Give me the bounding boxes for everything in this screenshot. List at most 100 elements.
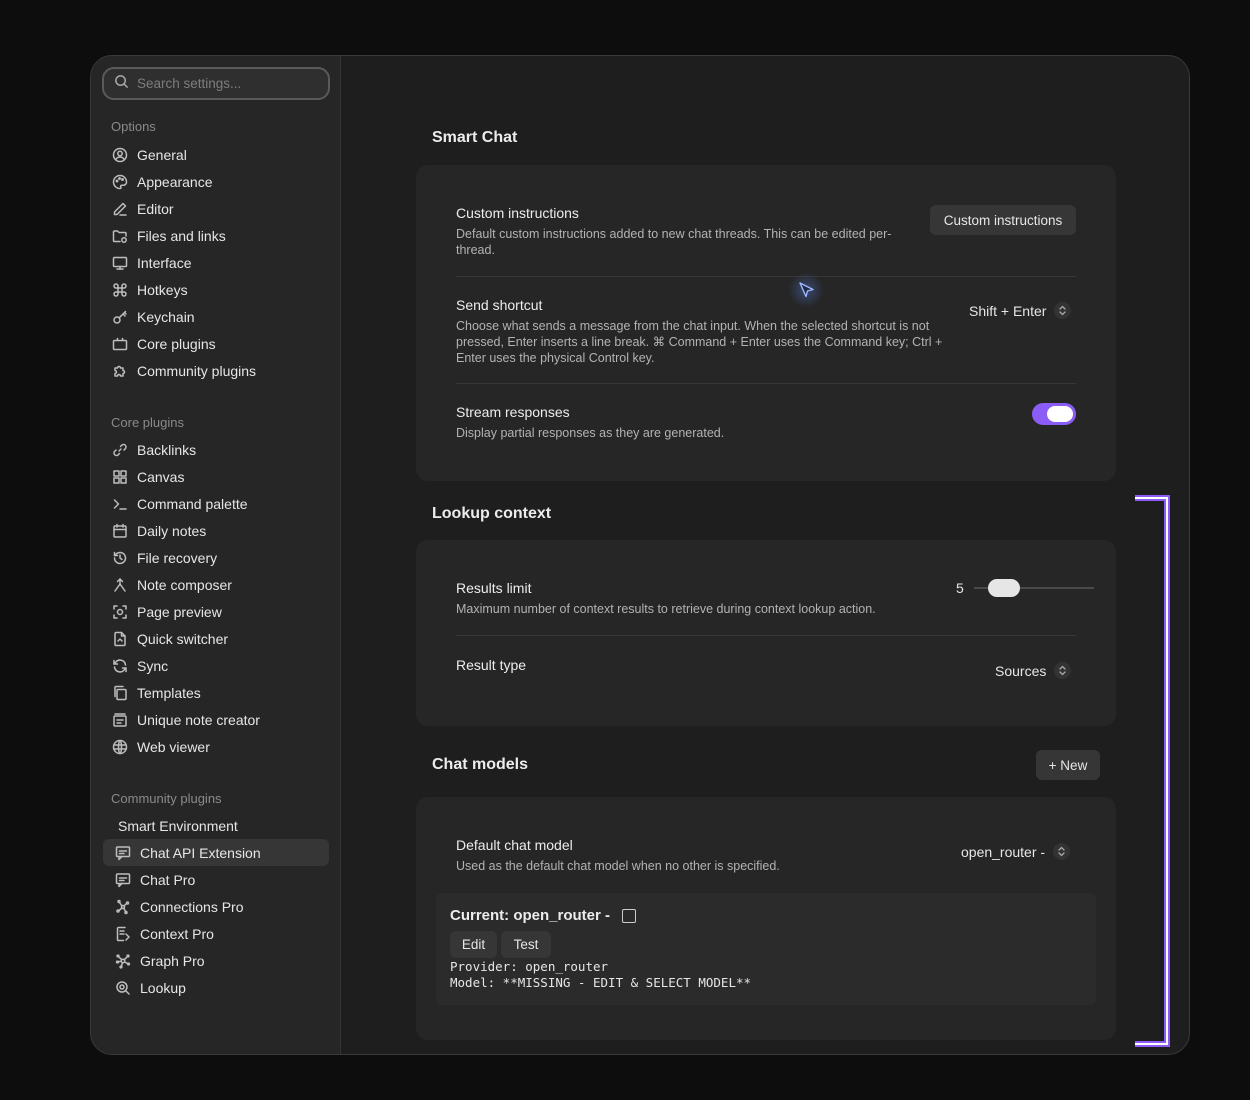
sidebar-item-file-recovery[interactable]: File recovery <box>103 544 329 571</box>
sidebar-item-canvas[interactable]: Canvas <box>103 463 329 490</box>
backlink-icon <box>111 441 128 458</box>
palette-icon <box>111 173 128 190</box>
community-plugins-heading: Community plugins <box>111 791 222 806</box>
community-plugins-list: Smart Environment Chat API Extension Cha… <box>103 812 329 1001</box>
mouse-pointer-icon <box>799 282 814 298</box>
dropdown-value: open_router - <box>961 843 1046 860</box>
custom-instructions-button[interactable]: Custom instructions <box>930 205 1076 235</box>
sidebar-item-label: Command palette <box>137 495 248 512</box>
sidebar-item-chat-api-extension[interactable]: Chat API Extension <box>103 839 329 866</box>
sidebar-item-sync[interactable]: Sync <box>103 652 329 679</box>
current-model-checkbox[interactable] <box>622 908 637 923</box>
new-model-button[interactable]: + New <box>1036 750 1100 780</box>
divider <box>456 635 1076 636</box>
sidebar-item-command-palette[interactable]: Command palette <box>103 490 329 517</box>
sidebar-item-templates[interactable]: Templates <box>103 679 329 706</box>
sidebar-item-label: Web viewer <box>137 738 210 755</box>
sidebar-item-label: Context Pro <box>140 925 214 942</box>
results-limit-value: 5 <box>956 580 964 596</box>
section-title-smart-chat: Smart Chat <box>432 129 518 146</box>
sidebar-item-label: File recovery <box>137 549 218 566</box>
sidebar-item-lookup[interactable]: Lookup <box>103 974 329 1001</box>
sidebar-item-backlinks[interactable]: Backlinks <box>103 436 329 463</box>
sidebar-item-unique-note-creator[interactable]: Unique note creator <box>103 706 329 733</box>
sidebar-item-connections-pro[interactable]: Connections Pro <box>103 893 329 920</box>
sidebar-item-label: Connections Pro <box>140 898 244 915</box>
sidebar-item-daily-notes[interactable]: Daily notes <box>103 517 329 544</box>
grid-icon <box>111 468 128 485</box>
user-circle-icon <box>111 146 128 163</box>
chevron-up-down-icon <box>1054 662 1072 679</box>
graph-icon <box>114 952 131 969</box>
sidebar-item-label: Graph Pro <box>140 952 205 969</box>
merge-icon <box>111 576 128 593</box>
sidebar-item-label: Sync <box>137 657 169 674</box>
lookup-context-card: Results limit Maximum number of context … <box>416 540 1116 726</box>
search-icon <box>114 74 129 94</box>
send-shortcut-dropdown[interactable]: Shift + Enter <box>969 302 1072 319</box>
result-type-setting: Result type <box>456 657 1076 673</box>
sidebar-item-core-plugins[interactable]: Core plugins <box>103 330 329 357</box>
sidebar-item-label: Files and links <box>137 227 226 244</box>
settings-content: Smart Chat Custom instructions Default c… <box>342 56 1189 1054</box>
sidebar-item-web-viewer[interactable]: Web viewer <box>103 733 329 760</box>
setting-description: Choose what sends a message from the cha… <box>456 319 943 365</box>
setting-description: Default custom instructions added to new… <box>456 227 892 257</box>
edit-model-button[interactable]: Edit <box>450 931 497 958</box>
file-switch-icon <box>111 630 128 647</box>
test-model-button[interactable]: Test <box>501 931 551 958</box>
stream-responses-toggle[interactable] <box>1032 403 1076 425</box>
smart-chat-card: Custom instructions Default custom instr… <box>416 165 1116 481</box>
search-box[interactable] <box>102 67 330 100</box>
current-model-panel: Current: open_router - Edit Test Provide… <box>436 893 1096 1005</box>
sidebar-item-label: Hotkeys <box>137 281 188 298</box>
history-icon <box>111 549 128 566</box>
network-icon <box>114 898 131 915</box>
sidebar-item-chat-pro[interactable]: Chat Pro <box>103 866 329 893</box>
dropdown-value: Shift + Enter <box>969 302 1047 319</box>
sidebar-item-label: Smart Environment <box>118 817 238 834</box>
templates-icon <box>111 684 128 701</box>
stream-responses-setting: Stream responses Display partial respons… <box>456 404 1076 441</box>
results-limit-slider[interactable] <box>974 578 1094 598</box>
sidebar-item-label: Page preview <box>137 603 222 620</box>
preview-icon <box>111 603 128 620</box>
sidebar-item-appearance[interactable]: Appearance <box>103 168 329 195</box>
note-creator-icon <box>111 711 128 728</box>
sidebar-item-interface[interactable]: Interface <box>103 249 329 276</box>
sidebar-item-page-preview[interactable]: Page preview <box>103 598 329 625</box>
sidebar-item-community-plugins[interactable]: Community plugins <box>103 357 329 384</box>
sidebar-item-quick-switcher[interactable]: Quick switcher <box>103 625 329 652</box>
default-model-dropdown[interactable]: open_router - <box>961 843 1071 860</box>
sidebar-item-context-pro[interactable]: Context Pro <box>103 920 329 947</box>
slider-thumb[interactable] <box>988 579 1020 597</box>
sidebar-item-hotkeys[interactable]: Hotkeys <box>103 276 329 303</box>
folder-link-icon <box>111 227 128 244</box>
sidebar-item-keychain[interactable]: Keychain <box>103 303 329 330</box>
search-input[interactable] <box>137 76 317 91</box>
sidebar-item-label: Interface <box>137 254 192 271</box>
sidebar-item-smart-environment[interactable]: Smart Environment <box>103 812 329 839</box>
sidebar-item-editor[interactable]: Editor <box>103 195 329 222</box>
result-type-dropdown[interactable]: Sources <box>995 662 1072 679</box>
sidebar-item-label: Core plugins <box>137 335 216 352</box>
settings-sidebar: Options General Appearance Editor Files … <box>91 56 341 1054</box>
sidebar-item-label: General <box>137 146 187 163</box>
sidebar-item-label: Chat Pro <box>140 871 196 888</box>
sidebar-item-general[interactable]: General <box>103 141 329 168</box>
sidebar-item-graph-pro[interactable]: Graph Pro <box>103 947 329 974</box>
monitor-icon <box>111 254 128 271</box>
sidebar-item-note-composer[interactable]: Note composer <box>103 571 329 598</box>
dropdown-value: Sources <box>995 662 1047 679</box>
core-plugins-heading: Core plugins <box>111 415 184 430</box>
setting-description: Display partial responses as they are ge… <box>456 426 725 440</box>
context-icon <box>114 925 131 942</box>
sidebar-item-label: Backlinks <box>137 441 197 458</box>
sidebar-item-files-and-links[interactable]: Files and links <box>103 222 329 249</box>
briefcase-icon <box>111 335 128 352</box>
divider <box>456 383 1076 384</box>
toggle-knob <box>1047 406 1073 422</box>
chat-icon <box>114 844 131 861</box>
lookup-icon <box>114 979 131 996</box>
sidebar-item-label: Templates <box>137 684 201 701</box>
